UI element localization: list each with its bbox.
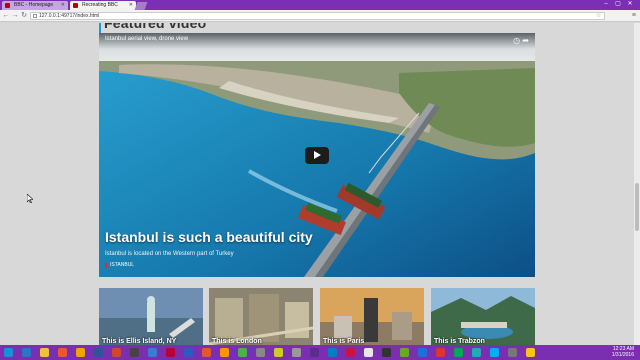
page-scrollbar[interactable] bbox=[634, 23, 640, 345]
tab-label: BBC - Homepage bbox=[14, 2, 54, 8]
app-icon[interactable] bbox=[148, 348, 157, 357]
close-tab-icon[interactable]: ✕ bbox=[129, 1, 133, 10]
premiere-icon[interactable] bbox=[310, 348, 319, 357]
watch-later-icon[interactable]: ◷ bbox=[513, 36, 520, 45]
app-icon[interactable] bbox=[400, 348, 409, 357]
maximize-icon[interactable]: ▢ bbox=[612, 0, 624, 9]
paris-image bbox=[320, 288, 424, 345]
media-icon[interactable] bbox=[58, 348, 67, 357]
os-taskbar: 12:23 AM 1/31/2016 bbox=[0, 345, 640, 360]
video-tag[interactable]: ISTANBUL bbox=[105, 262, 134, 268]
thumbnail-card[interactable]: This is London bbox=[209, 288, 313, 345]
powerpoint-icon[interactable] bbox=[112, 348, 121, 357]
thumbnail-label: This is Ellis Island, NY bbox=[102, 338, 177, 345]
share-icon[interactable]: ➦ bbox=[522, 36, 529, 45]
section-heading: Featured video bbox=[104, 23, 207, 31]
browser-tabstrip: BBC - Homepage ✕ Recreating BBC ✕ – ▢ ✕ bbox=[0, 0, 640, 10]
page-icon bbox=[33, 14, 37, 18]
chrome-icon[interactable] bbox=[238, 348, 247, 357]
app-icon[interactable] bbox=[472, 348, 481, 357]
word-icon[interactable] bbox=[94, 348, 103, 357]
app-icon[interactable] bbox=[508, 348, 517, 357]
app-icon[interactable] bbox=[526, 348, 535, 357]
close-tab-icon[interactable]: ✕ bbox=[61, 1, 65, 10]
scrollbar-thumb[interactable] bbox=[635, 183, 639, 231]
app-icon[interactable] bbox=[418, 348, 427, 357]
firefox-icon[interactable] bbox=[220, 348, 229, 357]
address-bar[interactable]: 127.0.0.1:49717/index.html ☆ bbox=[30, 12, 605, 20]
ie-icon[interactable] bbox=[22, 348, 31, 357]
app-icon[interactable] bbox=[130, 348, 139, 357]
app-icon[interactable] bbox=[256, 348, 265, 357]
reload-icon[interactable]: ↻ bbox=[20, 12, 28, 20]
bbc-favicon-icon bbox=[73, 3, 78, 8]
app-icon[interactable] bbox=[274, 348, 283, 357]
skype-icon[interactable] bbox=[490, 348, 499, 357]
trabzon-image bbox=[431, 288, 535, 345]
thumbnail-label: This is Trabzon bbox=[434, 338, 485, 345]
app-icon[interactable] bbox=[454, 348, 463, 357]
system-clock[interactable]: 12:23 AM 1/31/2016 bbox=[612, 346, 634, 358]
video-top-icons: ◷ ➦ bbox=[513, 36, 529, 45]
folder-icon[interactable] bbox=[40, 348, 49, 357]
clock-date: 1/31/2016 bbox=[611, 352, 634, 358]
back-arrow-icon[interactable]: ← bbox=[2, 12, 10, 20]
featured-video-player[interactable]: Istanbul aerial view, drone view ◷ ➦ Ist… bbox=[99, 33, 535, 277]
start-icon[interactable] bbox=[4, 348, 13, 357]
tab-recreating-bbc[interactable]: Recreating BBC ✕ bbox=[70, 1, 136, 10]
thumbnail-card[interactable]: This is Paris bbox=[320, 288, 424, 345]
close-window-icon[interactable]: ✕ bbox=[624, 0, 636, 9]
app-icon[interactable] bbox=[328, 348, 337, 357]
new-tab-button[interactable] bbox=[134, 2, 148, 10]
thumbnail-card[interactable]: This is Trabzon bbox=[431, 288, 535, 345]
tab-bbc-homepage[interactable]: BBC - Homepage ✕ bbox=[2, 1, 68, 10]
menu-icon[interactable]: ≡ bbox=[632, 12, 636, 20]
thumbnail-card[interactable]: This is Ellis Island, NY bbox=[99, 288, 203, 345]
page-content: Featured video Istanbul aerial view, dro… bbox=[0, 23, 634, 345]
thumbnail-label: This is London bbox=[212, 338, 262, 345]
video-title[interactable]: Istanbul is such a beautiful city bbox=[105, 229, 313, 245]
thumbnail-label: This is Paris bbox=[323, 338, 365, 345]
tab-label: Recreating BBC bbox=[82, 2, 118, 8]
filezilla-icon[interactable] bbox=[436, 348, 445, 357]
video-subtitle: Istanbul is located on the Western part … bbox=[105, 251, 234, 257]
bbc-favicon-icon bbox=[5, 3, 10, 8]
photoshop-icon[interactable] bbox=[184, 348, 193, 357]
app-icon[interactable] bbox=[346, 348, 355, 357]
minimize-icon[interactable]: – bbox=[600, 0, 612, 9]
play-button[interactable] bbox=[305, 147, 329, 164]
app-icon[interactable] bbox=[292, 348, 301, 357]
app-icon[interactable] bbox=[382, 348, 391, 357]
forward-arrow-icon[interactable]: → bbox=[11, 12, 19, 20]
browser-toolbar: ← → ↻ 127.0.0.1:49717/index.html ☆ ≡ bbox=[0, 10, 640, 22]
bookmark-star-icon[interactable]: ☆ bbox=[596, 13, 601, 19]
app-icon[interactable] bbox=[364, 348, 373, 357]
video-caption: Istanbul aerial view, drone view bbox=[105, 36, 189, 42]
app-icon[interactable] bbox=[76, 348, 85, 357]
london-image bbox=[209, 288, 313, 345]
mouse-cursor-icon bbox=[27, 194, 33, 203]
app-icon[interactable] bbox=[166, 348, 175, 357]
app-icon[interactable] bbox=[202, 348, 211, 357]
ellis-island-image bbox=[99, 288, 203, 345]
url-text: 127.0.0.1:49717/index.html bbox=[39, 13, 100, 19]
